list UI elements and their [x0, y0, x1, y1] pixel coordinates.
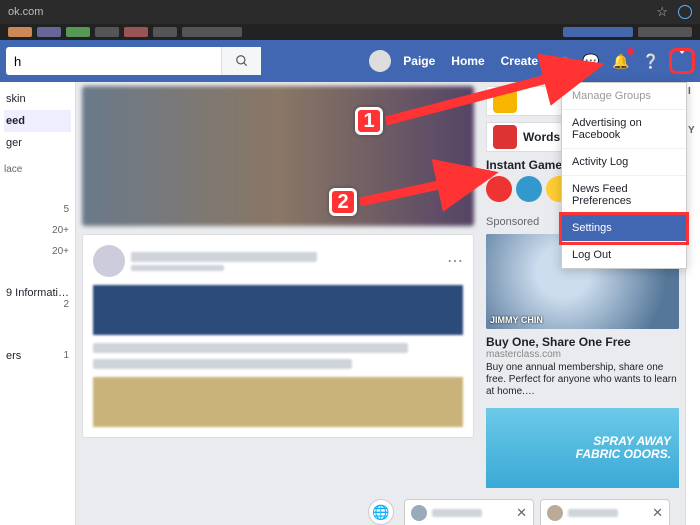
profile-link[interactable]: Paige	[399, 52, 439, 70]
close-icon[interactable]: ✕	[652, 505, 663, 521]
browser-address-bar: ok.com ☆	[0, 0, 700, 24]
sidebar-badge: 5	[63, 204, 69, 215]
chat-avatar	[411, 505, 427, 521]
sidebar-item[interactable]: 20+	[4, 220, 71, 241]
menu-item-log-out[interactable]: Log Out	[562, 242, 686, 268]
bookmark-item[interactable]	[153, 27, 177, 37]
bookmark-item[interactable]	[638, 27, 692, 37]
chat-tab[interactable]: ✕	[404, 499, 534, 525]
bookmark-item[interactable]	[563, 27, 633, 37]
search-input[interactable]: h	[6, 54, 221, 69]
header-nav: Paige Home Create 👥 💬 🔔 ❔	[369, 49, 694, 73]
annotation-number-1: 1	[355, 107, 383, 135]
search-icon	[235, 54, 249, 68]
sidebar-item[interactable]	[4, 177, 71, 199]
sponsored-label: Sponsored	[486, 216, 539, 228]
post-menu-icon[interactable]: ⋯	[447, 251, 463, 271]
menu-item-activity-log[interactable]: Activity Log	[562, 149, 686, 176]
post-avatar[interactable]	[93, 245, 125, 277]
chat-tray: 🌐 ✕ ✕	[368, 499, 670, 525]
sidebar-item[interactable]: 20+	[4, 241, 71, 262]
sidebar-item[interactable]: ers1	[4, 345, 71, 367]
chat-name	[432, 509, 482, 517]
sidebar-badge: 20+	[52, 246, 69, 257]
game-icon	[493, 89, 517, 113]
url-text: ok.com	[8, 6, 43, 18]
sidebar-item[interactable]: 5	[4, 199, 71, 220]
post-text	[93, 359, 352, 369]
rail-label: I	[686, 82, 700, 101]
post-attachment[interactable]	[93, 285, 463, 335]
search-button[interactable]	[221, 47, 261, 75]
menu-item-settings[interactable]: Settings	[562, 215, 686, 242]
avatar[interactable]	[369, 50, 391, 72]
ad-text: SPRAY AWAYFABRIC ODORS.	[576, 435, 671, 461]
search-container: h	[6, 47, 261, 75]
annotation-number-2: 2	[329, 188, 357, 216]
post-text	[93, 343, 408, 353]
sidebar-badge: 20+	[52, 225, 69, 236]
bookmark-item[interactable]	[182, 27, 242, 37]
feed-post: ⋯	[82, 234, 474, 438]
game-icon	[493, 125, 517, 149]
ad-title[interactable]: Buy One, Share One Free	[486, 335, 679, 349]
instant-game-icon[interactable]	[486, 176, 512, 202]
ad-domain: masterclass.com	[486, 349, 679, 360]
post-timestamp	[131, 265, 224, 271]
menu-item-advertising[interactable]: Advertising on Facebook	[562, 110, 686, 149]
instant-game-icon[interactable]	[516, 176, 542, 202]
sidebar-item-feed[interactable]: eed	[4, 110, 71, 132]
chat-globe-icon[interactable]: 🌐	[368, 499, 394, 525]
news-feed: ⋯	[76, 82, 480, 525]
notifications-icon[interactable]: 🔔	[610, 50, 632, 72]
post-author[interactable]	[131, 252, 317, 262]
right-column: Words With Instant Games Manage Groups A…	[480, 82, 685, 525]
sidebar-section-header: lace	[4, 164, 71, 175]
menu-item-manage-groups[interactable]: Manage Groups	[562, 83, 686, 110]
sidebar-item[interactable]: skin	[4, 88, 71, 110]
close-icon[interactable]: ✕	[516, 505, 527, 521]
menu-item-news-feed-preferences[interactable]: News Feed Preferences	[562, 176, 686, 215]
messenger-icon[interactable]: 💬	[580, 50, 602, 72]
browser-profile-icon[interactable]	[678, 5, 692, 19]
bookmark-item[interactable]	[95, 27, 119, 37]
sidebar-badge: 1	[63, 350, 69, 361]
account-menu-button[interactable]	[670, 49, 694, 73]
post-attachment[interactable]	[93, 377, 463, 427]
home-link[interactable]: Home	[447, 52, 488, 70]
rail-label: Y	[686, 101, 700, 160]
ad-caption: JIMMY CHIN	[490, 315, 543, 325]
right-rail: I Y	[685, 82, 700, 525]
bookmark-item[interactable]	[124, 27, 148, 37]
ad-description: Buy one annual membership, share one fre…	[486, 362, 679, 398]
account-dropdown-menu: Manage Groups Advertising on Facebook Ac…	[561, 82, 687, 269]
sidebar-item[interactable]: 9 Informati…2	[4, 282, 71, 315]
bookmark-item[interactable]	[8, 27, 32, 37]
bookmarks-bar	[0, 24, 700, 40]
chat-tab[interactable]: ✕	[540, 499, 670, 525]
chat-name	[568, 509, 618, 517]
friend-requests-icon[interactable]: 👥	[550, 50, 572, 72]
chat-avatar	[547, 505, 563, 521]
bookmark-star-icon[interactable]: ☆	[656, 4, 668, 20]
sidebar-item[interactable]: ger	[4, 132, 71, 154]
facebook-header: h Paige Home Create 👥 💬 🔔 ❔	[0, 40, 700, 82]
ad-image[interactable]: SPRAY AWAYFABRIC ODORS.	[486, 408, 679, 488]
create-link[interactable]: Create	[497, 52, 542, 70]
caret-down-icon	[677, 48, 687, 68]
sidebar-badge: 2	[63, 299, 69, 310]
left-sidebar: skin eed ger lace 5 20+ 20+ 9 Informati……	[0, 82, 76, 525]
bookmark-item[interactable]	[66, 27, 90, 37]
feed-post-image[interactable]	[82, 86, 474, 226]
help-icon[interactable]: ❔	[640, 50, 662, 72]
bookmark-item[interactable]	[37, 27, 61, 37]
notification-dot	[627, 48, 634, 55]
